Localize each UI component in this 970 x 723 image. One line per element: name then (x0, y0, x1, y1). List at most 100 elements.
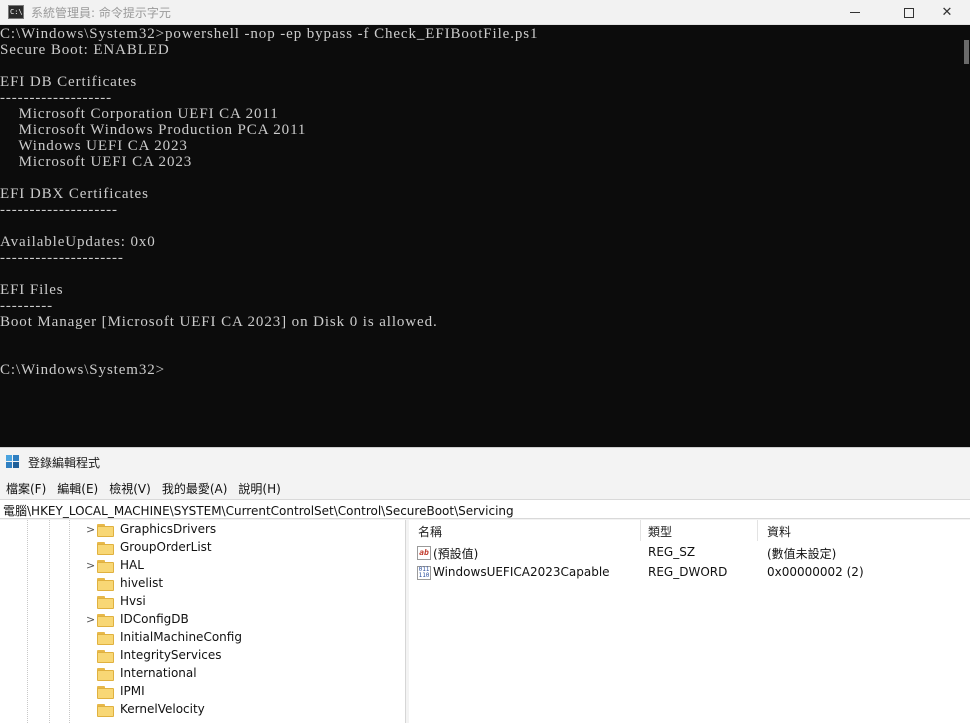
console-line: Boot Manager [Microsoft UEFI CA 2023] on… (0, 314, 438, 330)
key-tree[interactable]: > GraphicsDrivers GroupOrderList > HAL h… (0, 520, 406, 723)
console-line: C:\Windows\System32>powershell -nop -ep … (0, 26, 539, 42)
menu-favorites[interactable]: 我的最愛(A) (156, 478, 233, 498)
column-header-data[interactable]: 資料 (767, 520, 791, 541)
console-line: Secure Boot: ENABLED (0, 42, 170, 58)
tree-item-label: International (120, 666, 197, 680)
address-bar[interactable]: 電腦\HKEY_LOCAL_MACHINE\SYSTEM\CurrentCont… (0, 499, 970, 519)
value-name: WindowsUEFICA2023Capable (433, 565, 610, 579)
menu-help[interactable]: 說明(H) (232, 478, 285, 498)
folder-icon (97, 524, 114, 537)
console-output[interactable]: C:\Windows\System32>powershell -nop -ep … (0, 26, 966, 447)
console-line: Microsoft UEFI CA 2023 (0, 154, 193, 170)
console-line: EFI DBX Certificates (0, 186, 149, 202)
value-row[interactable]: 011 110 WindowsUEFICA2023Capable REG_DWOR… (409, 563, 970, 583)
folder-icon (97, 596, 114, 609)
regedit-titlebar[interactable]: 登錄編輯程式 (0, 448, 970, 476)
tree-item-label: KernelVelocity (120, 702, 205, 716)
menu-file[interactable]: 檔案(F) (0, 478, 51, 498)
folder-icon (97, 668, 114, 681)
tree-item-label: IntegrityServices (120, 648, 222, 662)
chevron-right-icon[interactable]: > (86, 523, 96, 536)
value-data: (數值未設定) (767, 547, 837, 561)
minimize-icon (850, 12, 860, 13)
menu-view[interactable]: 檢視(V) (103, 478, 156, 498)
value-type: REG_SZ (648, 545, 696, 559)
scrollbar-track[interactable] (964, 40, 970, 447)
folder-icon (97, 632, 114, 645)
console-line: Microsoft Corporation UEFI CA 2011 (0, 106, 279, 122)
regedit-icon (6, 455, 21, 470)
chevron-right-icon[interactable]: > (86, 559, 96, 572)
string-value-icon: ab (417, 546, 431, 560)
menu-bar: 檔案(F) 編輯(E) 檢視(V) 我的最愛(A) 說明(H) (0, 478, 970, 498)
console-line: -------------------- (0, 202, 118, 218)
console-prompt: C:\Windows\System32> (0, 362, 166, 378)
window-title: 登錄編輯程式 (28, 456, 101, 470)
folder-icon (97, 560, 114, 573)
maximize-icon (904, 7, 914, 18)
tree-item[interactable]: > HAL (86, 557, 386, 575)
tree-item[interactable]: IntegrityServices (86, 647, 386, 665)
console-line: --------- (0, 298, 54, 314)
tree-item[interactable]: Hvsi (86, 593, 386, 611)
column-header-type[interactable]: 類型 (648, 520, 672, 541)
tree-guide-line (69, 520, 70, 723)
tree-item-label: GroupOrderList (120, 540, 212, 554)
value-row[interactable]: ab (預設值) REG_SZ (數值未設定) (409, 543, 970, 563)
menu-edit[interactable]: 編輯(E) (51, 478, 103, 498)
close-icon: ✕ (941, 5, 953, 20)
tree-item[interactable]: IPMI (86, 683, 386, 701)
values-list[interactable]: 名稱 類型 資料 ab (預設值) REG_SZ (數值未設定) 011 110 … (409, 520, 970, 723)
folder-icon (97, 650, 114, 663)
console-line: AvailableUpdates: 0x0 (0, 234, 156, 250)
tree-item-label: IPMI (120, 684, 145, 698)
minimize-button[interactable] (832, 0, 878, 25)
regedit-window: 登錄編輯程式 檔案(F) 編輯(E) 檢視(V) 我的最愛(A) 說明(H) 電… (0, 447, 970, 723)
cmd-titlebar[interactable]: C:\. 系統管理員: 命令提示字元 ✕ (0, 0, 970, 25)
tree-item[interactable]: KernelVelocity (86, 701, 386, 719)
column-divider[interactable] (757, 520, 758, 541)
tree-guide-line (49, 520, 50, 723)
console-line: Microsoft Windows Production PCA 2011 (0, 122, 307, 138)
close-button[interactable]: ✕ (924, 0, 970, 25)
tree-item-label: hivelist (120, 576, 164, 590)
tree-item-label: IDConfigDB (120, 612, 189, 626)
folder-icon (97, 578, 114, 591)
tree-guide-line (27, 520, 28, 723)
cmd-window: C:\. 系統管理員: 命令提示字元 ✕ C:\Windows\System32… (0, 0, 970, 447)
tree-item[interactable]: GroupOrderList (86, 539, 386, 557)
window-title: 系統管理員: 命令提示字元 (31, 6, 171, 20)
tree-item-label: Hvsi (120, 594, 146, 608)
tree-item[interactable]: > IDConfigDB (86, 611, 386, 629)
tree-item-label: GraphicsDrivers (120, 522, 217, 536)
cmd-icon: C:\. (8, 5, 27, 19)
tree-item[interactable]: hivelist (86, 575, 386, 593)
column-divider[interactable] (640, 520, 641, 541)
column-header-name[interactable]: 名稱 (418, 520, 442, 541)
value-data: 0x00000002 (2) (767, 565, 864, 579)
folder-icon (97, 686, 114, 699)
tree-item[interactable]: International (86, 665, 386, 683)
chevron-right-icon[interactable]: > (86, 613, 96, 626)
dword-value-icon: 011 110 (417, 566, 431, 580)
tree-item-label: HAL (120, 558, 144, 572)
console-line: --------------------- (0, 250, 124, 266)
console-line: ------------------- (0, 90, 113, 106)
folder-icon (97, 704, 114, 717)
folder-icon (97, 542, 114, 555)
scrollbar-thumb[interactable] (964, 40, 969, 64)
tree-item[interactable]: > GraphicsDrivers (86, 521, 386, 539)
tree-item[interactable]: InitialMachineConfig (86, 629, 386, 647)
value-name: (預設值) (433, 547, 479, 561)
console-line: EFI DB Certificates (0, 74, 138, 90)
tree-item-label: InitialMachineConfig (120, 630, 242, 644)
console-line: Windows UEFI CA 2023 (0, 138, 188, 154)
console-line: EFI Files (0, 282, 64, 298)
folder-icon (97, 614, 114, 627)
